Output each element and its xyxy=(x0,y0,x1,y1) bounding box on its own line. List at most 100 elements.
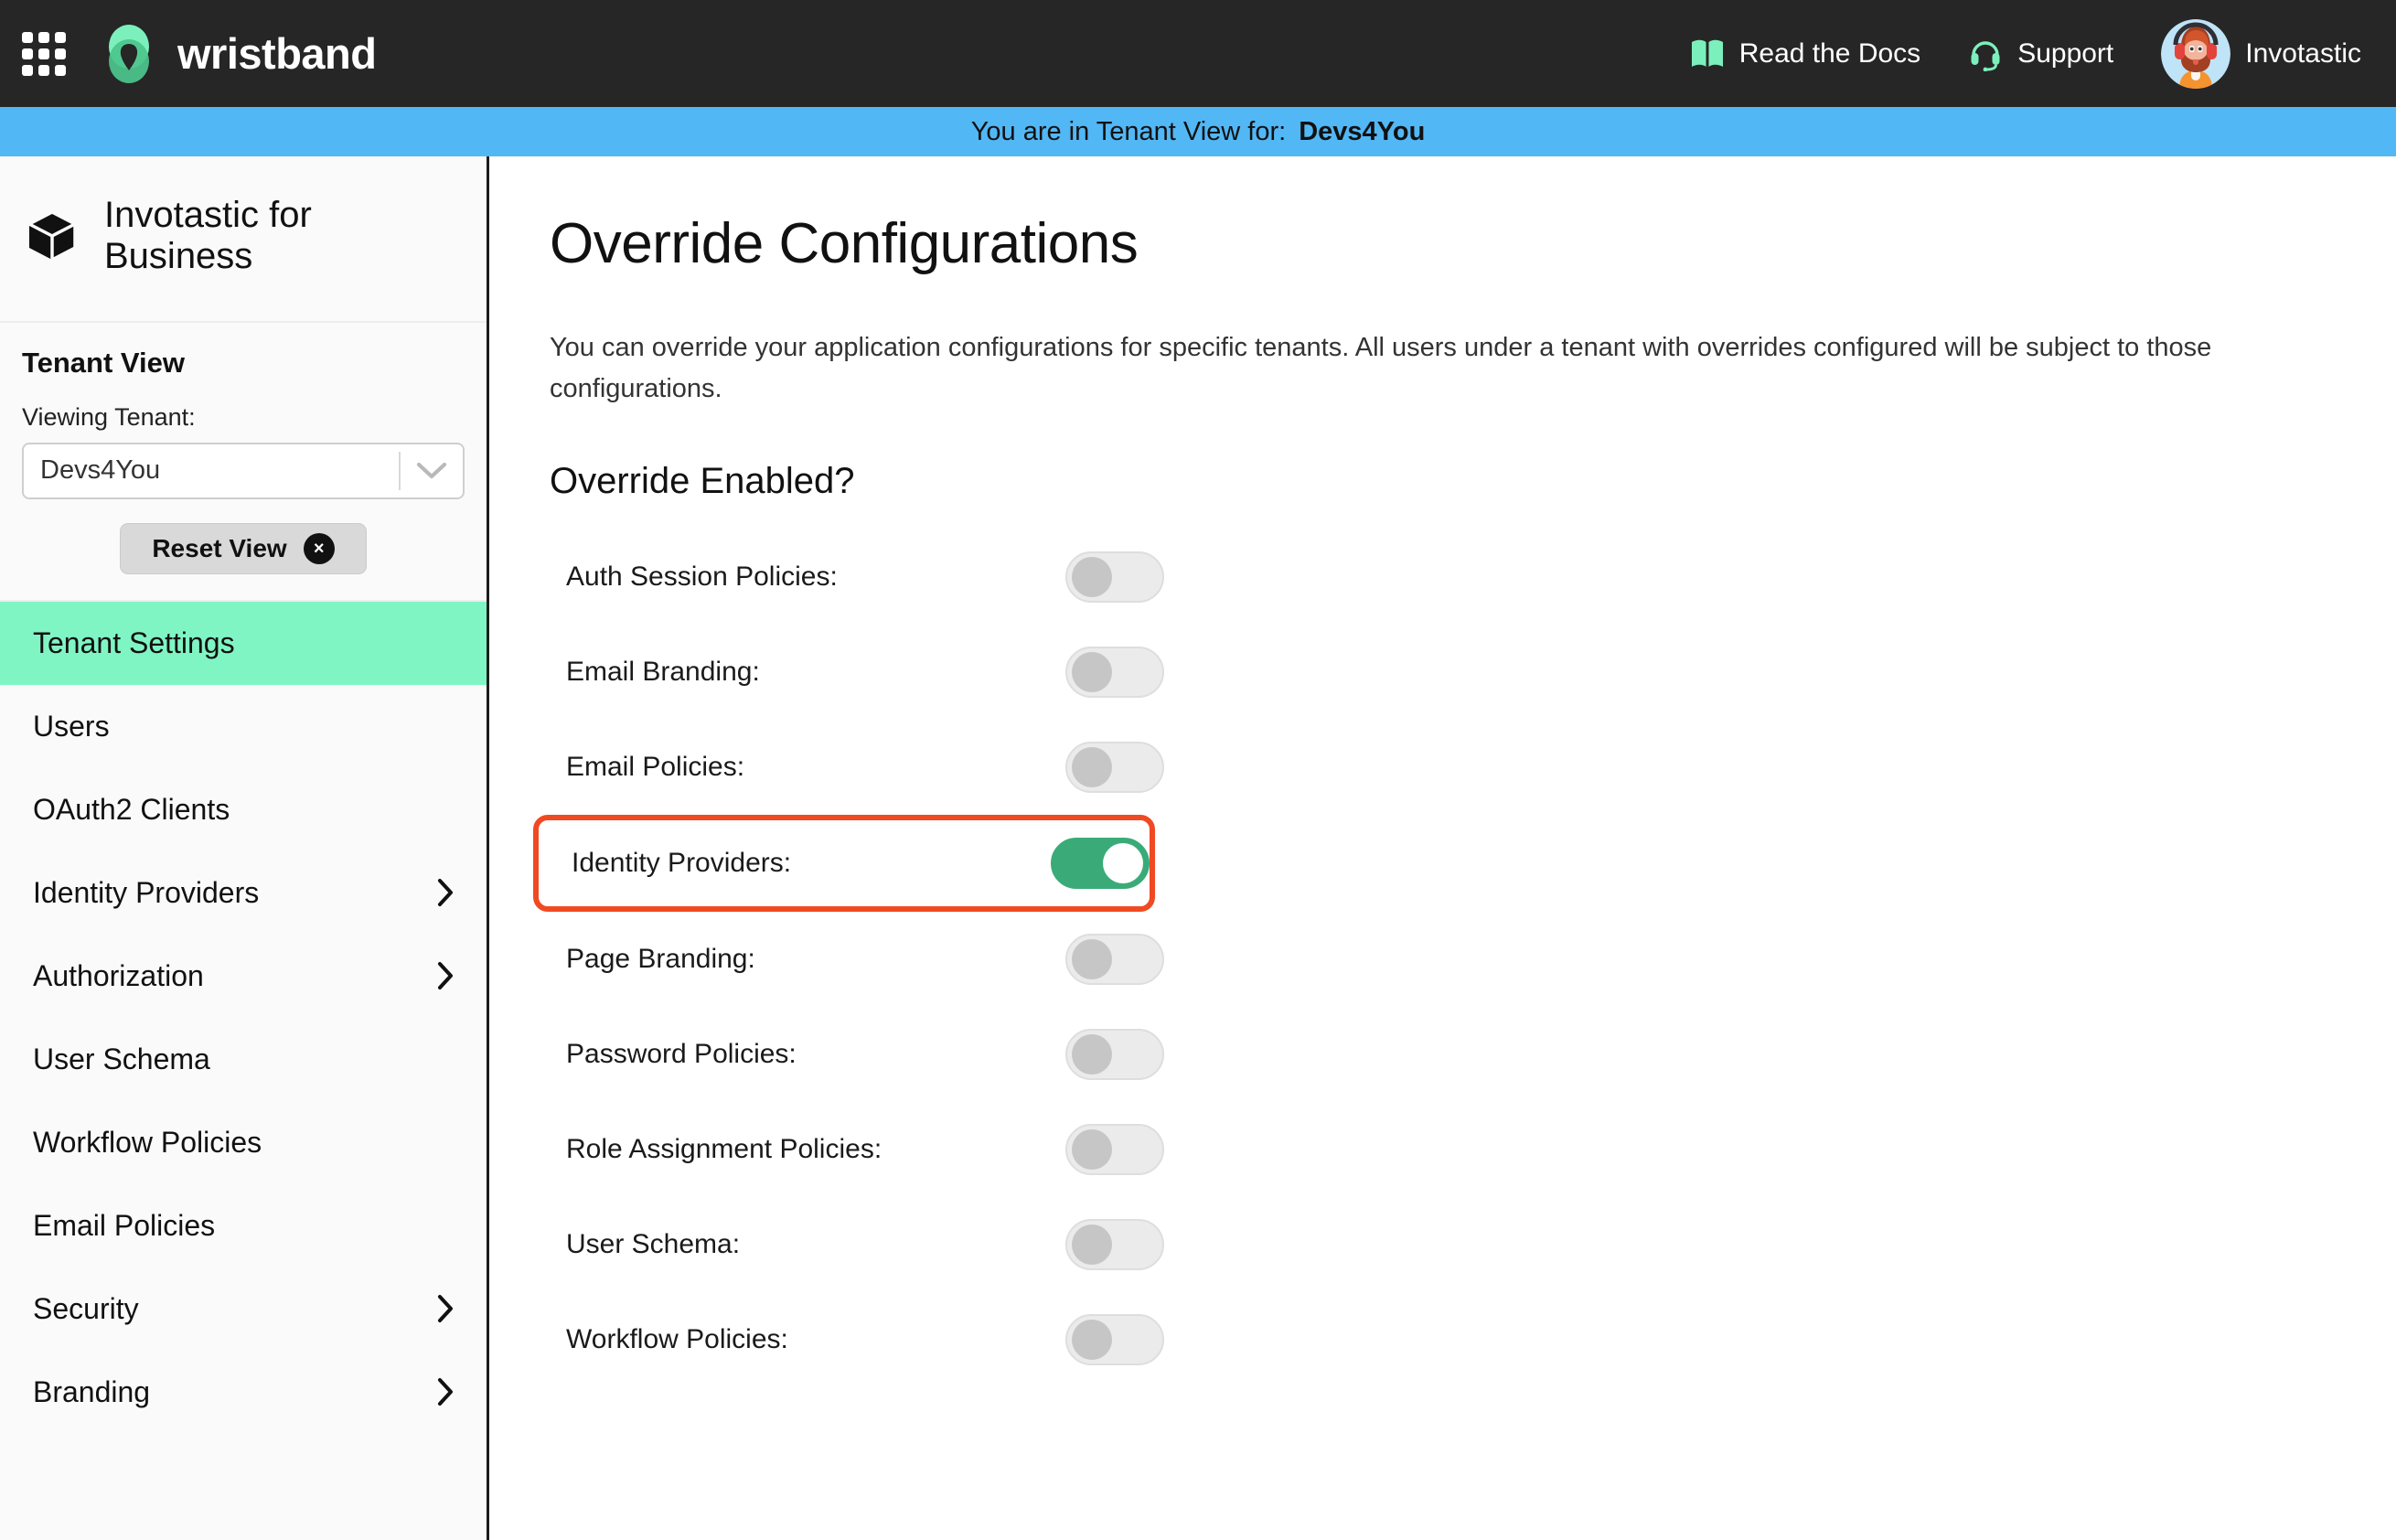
override-row: Email Policies: xyxy=(550,720,1164,815)
read-the-docs-label: Read the Docs xyxy=(1738,37,1921,69)
toggle-knob xyxy=(1072,1224,1112,1265)
override-row-label: Page Branding: xyxy=(566,943,755,974)
sidebar-item-email-policies[interactable]: Email Policies xyxy=(0,1184,487,1267)
sidebar-item-label: Branding xyxy=(33,1374,151,1408)
toggle-knob xyxy=(1072,651,1112,692)
chevron-down-icon xyxy=(401,461,463,481)
override-row: Page Branding: xyxy=(550,912,1164,1007)
viewing-tenant-select[interactable]: Devs4You xyxy=(22,442,465,499)
toggle-knob xyxy=(1072,938,1112,979)
sidebar-item-identity-providers[interactable]: Identity Providers xyxy=(0,851,487,935)
override-toggle-switch[interactable] xyxy=(1065,933,1164,985)
override-row-label: Workflow Policies: xyxy=(566,1323,788,1354)
tenant-view-banner: You are in Tenant View for: Devs4You xyxy=(0,107,2396,156)
override-row-label: Identity Providers: xyxy=(572,847,792,878)
grid-dot xyxy=(55,31,66,43)
override-toggle-switch[interactable] xyxy=(1065,1218,1164,1270)
grid-dot xyxy=(38,64,49,76)
override-row: Identity Providers: xyxy=(533,814,1155,912)
page-title: Override Configurations xyxy=(550,212,1139,275)
override-row-label: Password Policies: xyxy=(566,1038,797,1069)
brand-home-link[interactable]: wristband xyxy=(99,24,377,84)
top-bar: wristband Read the Docs Support Invotast… xyxy=(0,0,2396,107)
chevron-right-icon xyxy=(435,1293,455,1324)
box-icon xyxy=(27,210,77,262)
tenant-banner-prefix: You are in Tenant View for: xyxy=(970,116,1287,146)
grid-dot xyxy=(38,48,49,59)
tenant-view-panel: Tenant View Viewing Tenant: Devs4You Res… xyxy=(0,323,487,602)
sidebar-item-label: OAuth2 Clients xyxy=(33,792,230,826)
grid-dot xyxy=(22,64,33,76)
grid-apps-icon[interactable] xyxy=(20,30,68,78)
sidebar: Invotastic for Business Tenant View View… xyxy=(0,156,489,1540)
sidebar-item-label: Workflow Policies xyxy=(33,1125,262,1159)
override-row-label: Email Branding: xyxy=(566,656,760,687)
override-toggle-switch[interactable] xyxy=(1065,741,1164,793)
override-toggle-switch[interactable] xyxy=(1065,1123,1164,1175)
user-name-label: Invotastic xyxy=(2245,37,2361,69)
sidebar-item-user-schema[interactable]: User Schema xyxy=(0,1018,487,1101)
chevron-right-icon xyxy=(435,960,455,991)
grid-dot xyxy=(22,31,33,43)
viewing-tenant-value: Devs4You xyxy=(40,455,161,486)
sidebar-item-tenant-settings[interactable]: Tenant Settings xyxy=(0,601,487,685)
user-avatar xyxy=(2161,18,2231,89)
override-toggle-switch[interactable] xyxy=(1051,837,1150,889)
sidebar-item-security[interactable]: Security xyxy=(0,1267,487,1351)
main-content: Override Configurations You can override… xyxy=(489,156,2396,1540)
book-icon xyxy=(1691,39,1723,67)
support-link[interactable]: Support xyxy=(1968,37,2113,71)
sidebar-item-workflow-policies[interactable]: Workflow Policies xyxy=(0,1101,487,1184)
chevron-right-icon xyxy=(435,1376,455,1407)
sidebar-app-header: Invotastic for Business xyxy=(0,156,487,323)
toggle-knob xyxy=(1072,1128,1112,1170)
sidebar-item-oauth2-clients[interactable]: OAuth2 Clients xyxy=(0,768,487,851)
wristband-logo-icon xyxy=(109,24,149,83)
support-label: Support xyxy=(2017,37,2114,69)
toggle-knob xyxy=(1072,1033,1112,1075)
reset-view-label: Reset View xyxy=(152,533,287,562)
reset-view-wrap: Reset View × xyxy=(22,522,465,574)
sidebar-item-label: Users xyxy=(33,709,110,743)
chevron-right-icon xyxy=(435,877,455,908)
override-toggle-list: Auth Session Policies: Email Branding: Ema… xyxy=(533,529,2396,1387)
sidebar-item-branding[interactable]: Branding xyxy=(0,1351,487,1434)
override-toggle-switch[interactable] xyxy=(1065,1028,1164,1080)
sidebar-item-label: Identity Providers xyxy=(33,875,260,909)
sidebar-item-label: Tenant Settings xyxy=(33,626,235,659)
sidebar-item-users[interactable]: Users xyxy=(0,685,487,768)
grid-dot xyxy=(38,31,49,43)
page-layout: Invotastic for Business Tenant View View… xyxy=(0,156,2396,1540)
close-icon: × xyxy=(303,532,335,564)
override-row: User Schema: xyxy=(550,1197,1164,1292)
override-enabled-heading: Override Enabled? xyxy=(550,460,855,501)
toggle-knob xyxy=(1103,842,1143,883)
override-row-label: User Schema: xyxy=(566,1228,741,1259)
headset-icon xyxy=(1971,40,2000,71)
tenant-banner-tenant-name: Devs4You xyxy=(1299,116,1426,146)
override-row: Email Branding: xyxy=(550,625,1164,720)
toggle-knob xyxy=(1072,556,1112,597)
override-row-label: Role Assignment Policies: xyxy=(566,1133,882,1164)
viewing-tenant-label: Viewing Tenant: xyxy=(22,402,196,431)
override-toggle-switch[interactable] xyxy=(1065,1313,1164,1365)
sidebar-app-title: Invotastic for Business xyxy=(104,195,312,276)
override-toggle-switch[interactable] xyxy=(1065,551,1164,603)
sidebar-item-label: Email Policies xyxy=(33,1208,216,1242)
sidebar-item-authorization[interactable]: Authorization xyxy=(0,935,487,1018)
sidebar-item-label: User Schema xyxy=(33,1042,210,1075)
sidebar-item-label: Security xyxy=(33,1291,139,1325)
override-row: Workflow Policies: xyxy=(550,1292,1164,1387)
override-row-label: Email Policies: xyxy=(566,751,745,782)
read-the-docs-link[interactable]: Read the Docs xyxy=(1690,38,1920,70)
override-toggle-switch[interactable] xyxy=(1065,646,1164,698)
toggle-knob xyxy=(1072,746,1112,787)
grid-dot xyxy=(55,64,66,76)
override-row: Password Policies: xyxy=(550,1007,1164,1102)
override-row-label: Auth Session Policies: xyxy=(566,561,838,592)
grid-dot xyxy=(55,48,66,59)
toggle-knob xyxy=(1072,1319,1112,1360)
reset-view-button[interactable]: Reset View × xyxy=(120,522,367,574)
page-description: You can override your application config… xyxy=(550,333,2212,403)
user-menu[interactable]: Invotastic xyxy=(2161,18,2361,89)
